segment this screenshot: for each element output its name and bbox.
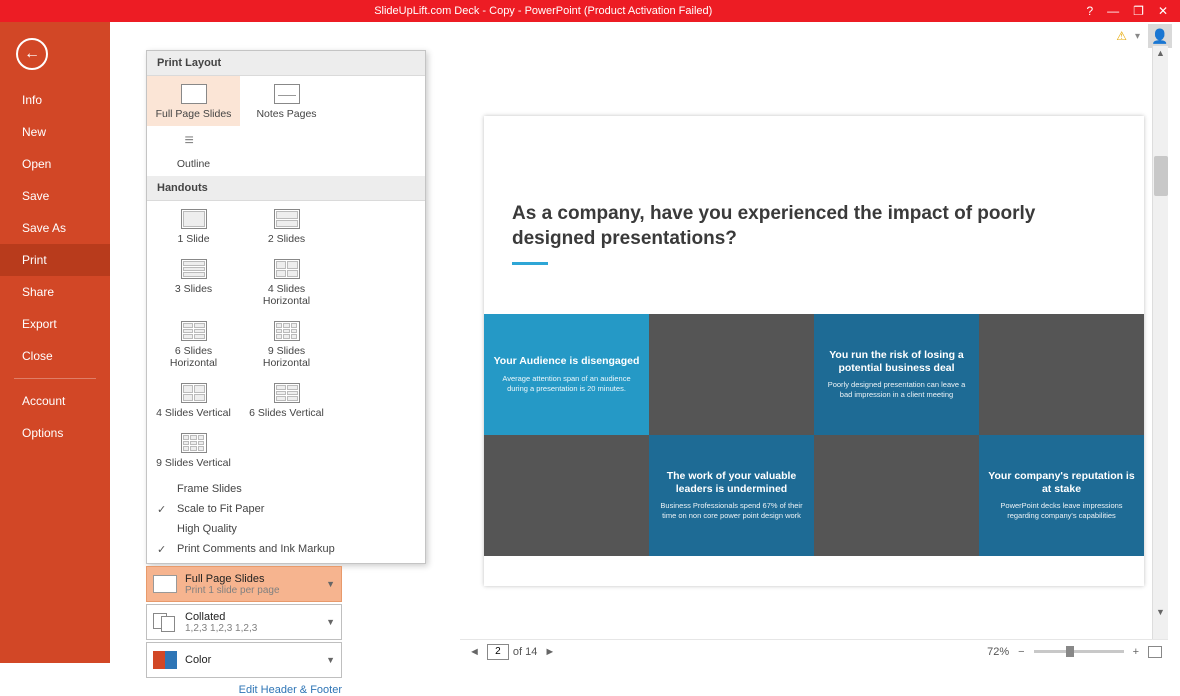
outline-icon: [181, 134, 207, 154]
slide-cell-4: Your company's reputation is at stake Po…: [979, 435, 1144, 556]
slide-image-4: [814, 435, 979, 556]
notes-icon: [274, 84, 300, 104]
layout-9-slides-vertical[interactable]: 9 Slides Vertical: [147, 425, 240, 475]
chevron-down-icon: ▼: [326, 617, 335, 627]
option-frame-slides[interactable]: Frame Slides: [147, 479, 425, 499]
zoom-out-button[interactable]: −: [1015, 646, 1027, 658]
slide-cell-2: You run the risk of losing a potential b…: [814, 314, 979, 435]
nav-separator: [14, 378, 96, 379]
collate-icon: [153, 613, 177, 631]
layout-1-slide[interactable]: 1 Slide: [147, 201, 240, 251]
setting-slide-layout[interactable]: Full Page Slides Print 1 slide per page …: [146, 566, 342, 602]
ribbon-options-icon[interactable]: ▾: [1135, 31, 1140, 42]
back-button[interactable]: [16, 38, 48, 70]
zoom-percent-label: 72%: [987, 646, 1009, 658]
option-scale-to-fit[interactable]: Scale to Fit Paper: [147, 499, 425, 519]
zoom-slider[interactable]: [1034, 650, 1124, 653]
option-print-comments[interactable]: Print Comments and Ink Markup: [147, 539, 425, 559]
zoom-in-button[interactable]: +: [1130, 646, 1142, 658]
zoom-fit-button[interactable]: [1148, 646, 1162, 658]
page-total-label: of 14: [513, 646, 537, 658]
nav-save[interactable]: Save: [0, 180, 110, 212]
close-window-button[interactable]: ✕: [1158, 4, 1168, 18]
handout-4v-icon: [181, 383, 207, 403]
print-layout-popup: Print Layout Full Page Slides Notes Page…: [146, 50, 426, 564]
handout-9v-icon: [181, 433, 207, 453]
nav-print[interactable]: Print: [0, 244, 110, 276]
title-bar: SlideUpLift.com Deck - Copy - PowerPoint…: [0, 0, 1180, 22]
handouts-header: Handouts: [147, 176, 425, 201]
layout-3-slides[interactable]: 3 Slides: [147, 251, 240, 313]
zoom-slider-thumb[interactable]: [1066, 646, 1074, 657]
color-icon: [153, 651, 177, 669]
handout-2-icon: [274, 209, 300, 229]
slide-title: As a company, have you experienced the i…: [512, 202, 1116, 251]
warning-icon[interactable]: ⚠: [1116, 29, 1127, 43]
slide-cell-1: Your Audience is disengaged Average atte…: [484, 314, 649, 435]
nav-options[interactable]: Options: [0, 417, 110, 449]
slide-accent-bar: [512, 262, 548, 265]
layout-full-page-slides[interactable]: Full Page Slides: [147, 76, 240, 126]
nav-share[interactable]: Share: [0, 276, 110, 308]
slide-layout-icon: [153, 575, 177, 593]
help-button[interactable]: ?: [1086, 4, 1093, 18]
layout-2-slides[interactable]: 2 Slides: [240, 201, 333, 251]
setting-color[interactable]: Color ▼: [146, 642, 342, 678]
layout-notes-pages[interactable]: Notes Pages: [240, 76, 333, 126]
full-page-icon: [181, 84, 207, 104]
nav-info[interactable]: Info: [0, 84, 110, 116]
nav-account[interactable]: Account: [0, 385, 110, 417]
nav-saveas[interactable]: Save As: [0, 212, 110, 244]
handout-3-icon: [181, 259, 207, 279]
handout-9h-icon: [274, 321, 300, 341]
slide-cell-3: The work of your valuable leaders is und…: [649, 435, 814, 556]
page-number-input[interactable]: [487, 644, 509, 660]
nav-new[interactable]: New: [0, 116, 110, 148]
slide-preview: As a company, have you experienced the i…: [484, 116, 1144, 586]
window-title: SlideUpLift.com Deck - Copy - PowerPoint…: [0, 5, 1086, 17]
next-page-button[interactable]: ►: [541, 646, 558, 658]
print-preview-area: As a company, have you experienced the i…: [460, 46, 1168, 663]
user-avatar-icon[interactable]: 👤: [1148, 24, 1172, 48]
scrollbar-thumb[interactable]: [1154, 156, 1168, 196]
setting-collated[interactable]: Collated 1,2,3 1,2,3 1,2,3 ▼: [146, 604, 342, 640]
handout-4h-icon: [274, 259, 300, 279]
chevron-down-icon: ▼: [326, 579, 335, 589]
slide-image-1: [649, 314, 814, 435]
scroll-up-arrow-icon[interactable]: ▲: [1156, 48, 1165, 58]
nav-close[interactable]: Close: [0, 340, 110, 372]
nav-export[interactable]: Export: [0, 308, 110, 340]
handout-1-icon: [181, 209, 207, 229]
layout-6-slides-horizontal[interactable]: 6 Slides Horizontal: [147, 313, 240, 375]
layout-9-slides-horizontal[interactable]: 9 Slides Horizontal: [240, 313, 333, 375]
layout-4-slides-vertical[interactable]: 4 Slides Vertical: [147, 375, 240, 425]
preview-footer: ◄ of 14 ► 72% − +: [460, 639, 1168, 663]
slide-image-2: [979, 314, 1144, 435]
restore-button[interactable]: ❐: [1133, 4, 1144, 18]
handout-6h-icon: [181, 321, 207, 341]
vertical-scrollbar[interactable]: ▲ ▼: [1152, 46, 1168, 639]
layout-6-slides-vertical[interactable]: 6 Slides Vertical: [240, 375, 333, 425]
prev-page-button[interactable]: ◄: [466, 646, 483, 658]
minimize-button[interactable]: —: [1107, 4, 1119, 18]
print-layout-header: Print Layout: [147, 51, 425, 76]
handout-6v-icon: [274, 383, 300, 403]
layout-4-slides-horizontal[interactable]: 4 Slides Horizontal: [240, 251, 333, 313]
backstage-nav: Info New Open Save Save As Print Share E…: [0, 22, 110, 663]
scroll-down-arrow-icon[interactable]: ▼: [1156, 607, 1165, 617]
slide-image-3: [484, 435, 649, 556]
layout-outline[interactable]: Outline: [147, 126, 240, 176]
edit-header-footer-link[interactable]: Edit Header & Footer: [146, 678, 342, 696]
option-high-quality[interactable]: High Quality: [147, 519, 425, 539]
chevron-down-icon: ▼: [326, 655, 335, 665]
nav-open[interactable]: Open: [0, 148, 110, 180]
